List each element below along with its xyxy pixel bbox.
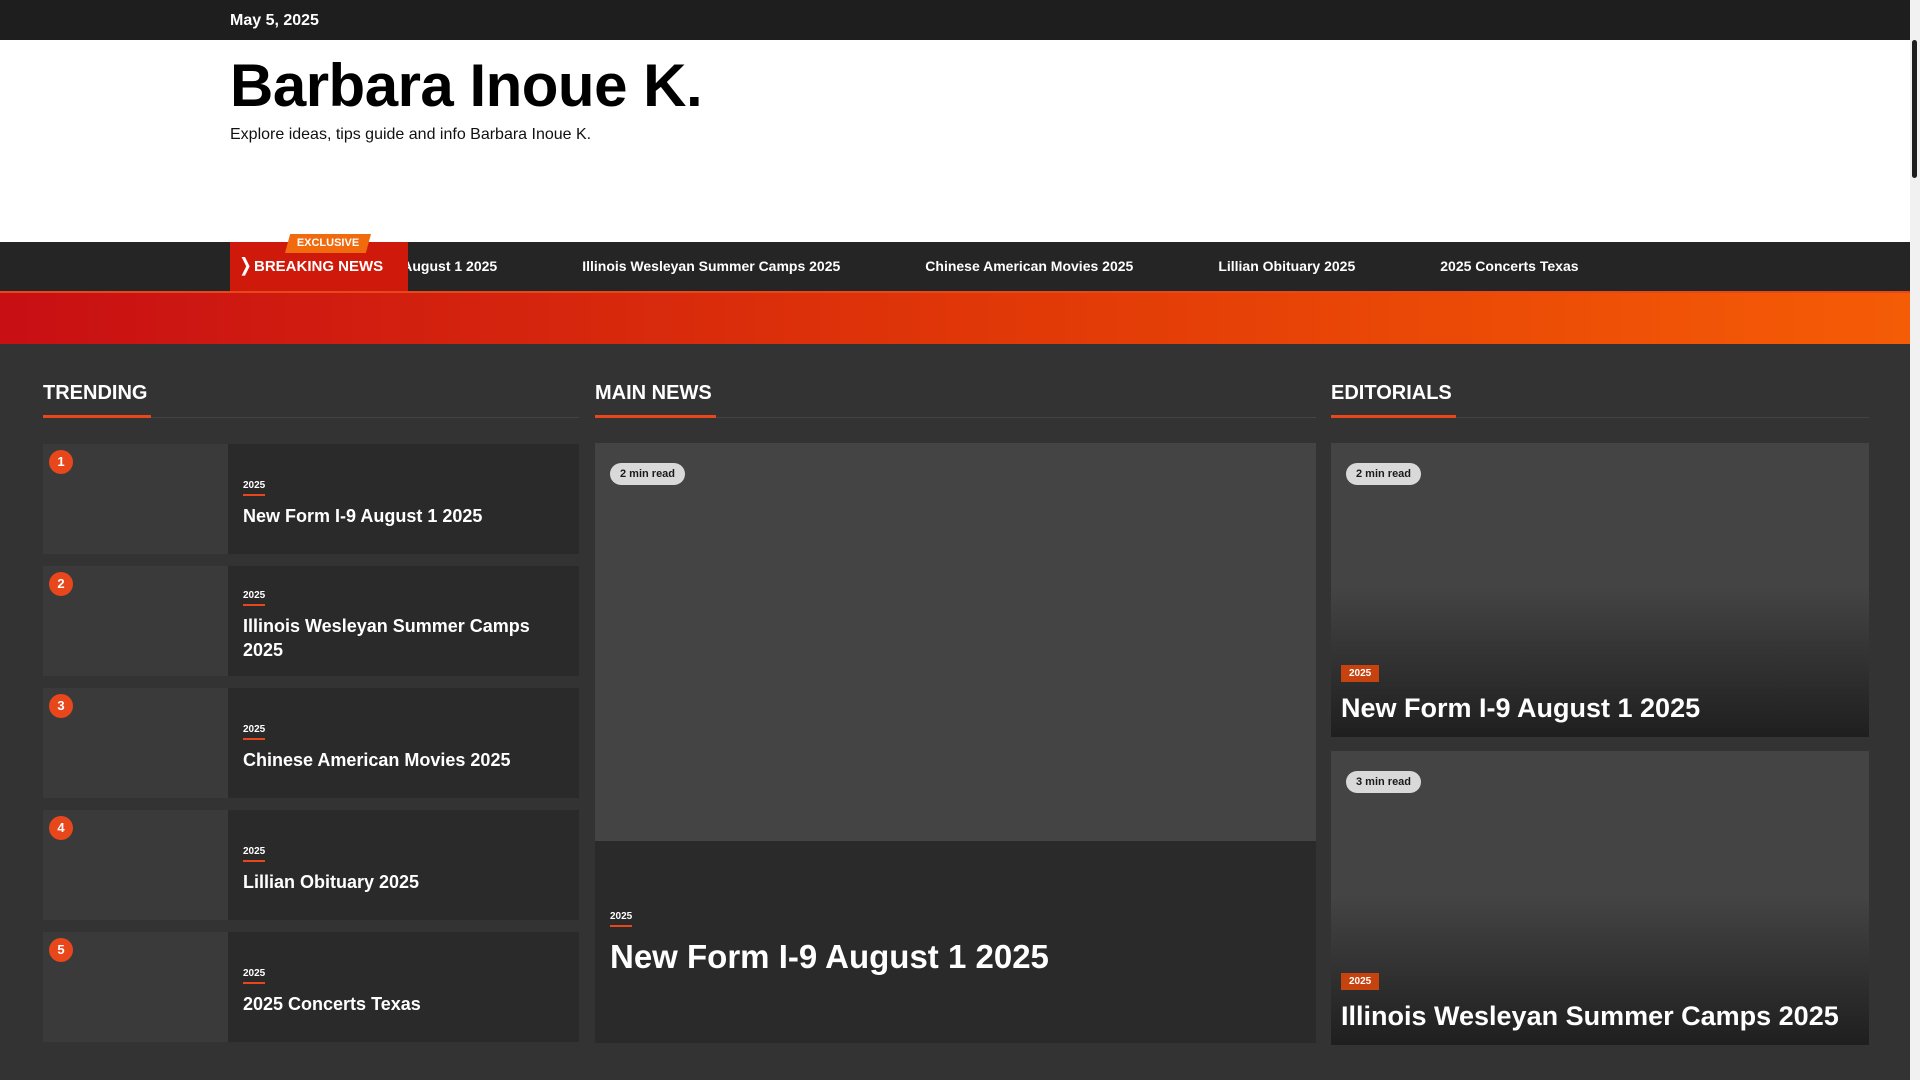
- trending-item[interactable]: 5 2025 2025 Concerts Texas: [43, 932, 579, 1042]
- editorials-heading: EDITORIALS: [1331, 382, 1452, 404]
- trending-rank: 5: [49, 938, 73, 962]
- ticker-item[interactable]: Lillian Obituary 2025: [1218, 258, 1355, 274]
- main-news-heading: MAIN NEWS: [595, 382, 712, 404]
- read-time-badge: 3 min read: [1346, 771, 1422, 793]
- read-time-badge: 2 min read: [610, 463, 686, 485]
- trending-rank: 2: [49, 572, 73, 596]
- category-link[interactable]: 2025: [243, 968, 266, 984]
- trending-heading-underline: [43, 415, 151, 418]
- category-link[interactable]: 2025: [243, 480, 266, 496]
- trending-rank: 4: [49, 816, 73, 840]
- current-date: May 5, 2025: [230, 12, 319, 29]
- trending-rank: 1: [49, 450, 73, 474]
- ticker-item[interactable]: Chinese American Movies 2025: [925, 258, 1133, 274]
- read-time-badge: 2 min read: [1346, 463, 1422, 485]
- trending-rank: 3: [49, 694, 73, 718]
- trending-item[interactable]: 1 2025 New Form I-9 August 1 2025: [43, 444, 579, 554]
- main-news-heading-underline: [595, 415, 716, 418]
- scrollbar-thumb[interactable]: [1912, 40, 1917, 178]
- category-badge[interactable]: 2025: [1341, 665, 1380, 682]
- editorial-title[interactable]: New Form I-9 August 1 2025: [1341, 692, 1859, 724]
- ticker-item[interactable]: 2025 Concerts Texas: [1440, 258, 1578, 274]
- editorial-card[interactable]: 3 min read 2025 Illinois Wesleyan Summer…: [1331, 751, 1869, 1045]
- category-link[interactable]: 2025: [610, 911, 633, 927]
- breaking-news-label: BREAKING NEWS: [254, 258, 384, 275]
- site-tagline: Explore ideas, tips guide and info Barba…: [230, 126, 592, 143]
- trending-title[interactable]: Illinois Wesleyan Summer Camps 2025: [243, 614, 567, 662]
- category-link[interactable]: 2025: [243, 724, 266, 740]
- trending-title[interactable]: 2025 Concerts Texas: [243, 992, 567, 1016]
- main-news-image[interactable]: [595, 443, 1316, 841]
- category-badge[interactable]: 2025: [1341, 973, 1380, 990]
- main-news-card[interactable]: 2 min read 2025 New Form I-9 August 1 20…: [595, 443, 1316, 1043]
- ticker-viewport: New Form I-9 August 1 2025 Illinois Wesle…: [408, 242, 1698, 291]
- ticker-item[interactable]: Illinois Wesleyan Summer Camps 2025: [582, 258, 840, 274]
- trending-item[interactable]: 4 2025 Lillian Obituary 2025: [43, 810, 579, 920]
- ticker-track: New Form I-9 August 1 2025 Illinois Wesle…: [408, 258, 1664, 274]
- main-news-title[interactable]: New Form I-9 August 1 2025: [610, 937, 1301, 977]
- ticker-item[interactable]: New Form I-9 August 1 2025: [408, 258, 497, 274]
- trending-title[interactable]: New Form I-9 August 1 2025: [243, 504, 567, 528]
- trending-heading: TRENDING: [43, 382, 148, 404]
- trending-title[interactable]: Chinese American Movies 2025: [243, 748, 567, 772]
- chevron-right-icon: ❭: [238, 255, 254, 275]
- trending-title[interactable]: Lillian Obituary 2025: [243, 870, 567, 894]
- editorial-card[interactable]: 2 min read 2025 New Form I-9 August 1 20…: [1331, 443, 1869, 737]
- exclusive-tag: EXCLUSIVE: [285, 234, 371, 253]
- trending-item[interactable]: 2 2025 Illinois Wesleyan Summer Camps 20…: [43, 566, 579, 676]
- category-link[interactable]: 2025: [243, 590, 266, 606]
- site-title[interactable]: Barbara Inoue K.: [230, 56, 703, 116]
- category-link[interactable]: 2025: [243, 846, 266, 862]
- editorial-title[interactable]: Illinois Wesleyan Summer Camps 2025: [1341, 1000, 1859, 1032]
- trending-item[interactable]: 3 2025 Chinese American Movies 2025: [43, 688, 579, 798]
- gradient-band: [0, 293, 1910, 344]
- top-bar: May 5, 2025: [0, 0, 1910, 40]
- editorials-heading-underline: [1331, 415, 1456, 418]
